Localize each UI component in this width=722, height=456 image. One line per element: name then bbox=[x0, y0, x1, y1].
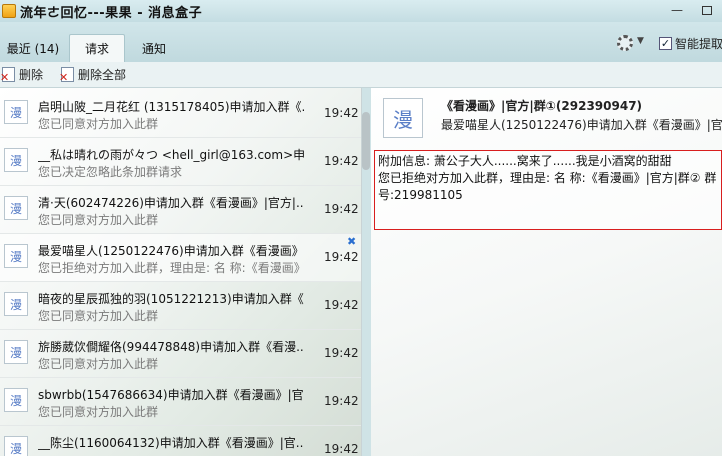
request-time: 19:42 bbox=[324, 394, 359, 408]
request-status: 您已同意对方加入此群 bbox=[38, 309, 159, 323]
group-avatar: 漫 bbox=[4, 244, 28, 268]
request-status: 您已同意对方加入此群 bbox=[38, 117, 159, 131]
delete-icon bbox=[0, 67, 15, 84]
delete-all-button[interactable]: 删除全部 bbox=[59, 66, 127, 84]
group-avatar: 漫 bbox=[4, 196, 28, 220]
request-title: sbwrbb(1547686634)申请加入群《看漫画》|官方... bbox=[38, 388, 304, 402]
group-avatar: 漫 bbox=[4, 436, 28, 456]
list-item[interactable]: 漫 sbwrbb(1547686634)申请加入群《看漫画》|官方... 您已同… bbox=[0, 378, 361, 426]
title-bar: 流年ㄜ回忆---果果 - 消息盒子 — bbox=[0, 0, 722, 22]
delete-label: 删除 bbox=[19, 68, 44, 82]
list-item[interactable]: 漫 暗夜的星辰孤独的羽(1051221213)申请加入群《... 您已同意对方加… bbox=[0, 282, 361, 330]
request-title: 启明山陂_二月花红 (1315178405)申请加入群《... bbox=[38, 100, 304, 114]
delete-all-icon bbox=[59, 67, 75, 84]
request-list[interactable]: 漫 启明山陂_二月花红 (1315178405)申请加入群《... 您已同意对方… bbox=[0, 88, 362, 456]
request-time: 19:42 bbox=[324, 250, 359, 264]
group-title: 《看漫画》|官方|群①(292390947) bbox=[441, 99, 643, 113]
maximize-button[interactable] bbox=[692, 0, 722, 20]
checkbox-icon[interactable]: ✓ bbox=[659, 37, 672, 50]
message-line: 号:219981105 bbox=[378, 188, 463, 202]
request-title: __陈尘(1160064132)申请加入群《看漫画》|官... bbox=[38, 436, 304, 450]
delete-button[interactable]: 删除 bbox=[0, 66, 44, 84]
minimize-button[interactable]: — bbox=[662, 0, 692, 20]
chevron-down-icon[interactable]: ▼ bbox=[637, 36, 644, 46]
list-item[interactable]: 漫 旂勝葳佽僴耀佫(994478848)申请加入群《看漫... 您已同意对方加入… bbox=[0, 330, 361, 378]
tab-recent[interactable]: 最近 (14) bbox=[0, 34, 66, 62]
smart-extract-toggle[interactable]: ✓ 智能提取 bbox=[659, 35, 722, 52]
request-time: 19:42 bbox=[324, 346, 359, 360]
request-time: 19:42 bbox=[324, 202, 359, 216]
request-detail: 漫 《看漫画》|官方|群①(292390947) 最爱喵星人(125012247… bbox=[371, 88, 722, 456]
request-title: __私は晴れの雨が々つ <hell_girl@163.com>申请... bbox=[38, 148, 304, 162]
tab-bar: 最近 (14) 请求 通知 bbox=[0, 22, 722, 62]
group-avatar: 漫 bbox=[4, 340, 28, 364]
request-title: 暗夜的星辰孤独的羽(1051221213)申请加入群《... bbox=[38, 292, 304, 306]
toolbar: 删除 删除全部 bbox=[0, 62, 722, 88]
minimize-icon: — bbox=[671, 3, 683, 17]
request-time: 19:42 bbox=[324, 106, 359, 120]
request-status: 您已拒绝对方加入此群，理由是: 名 称:《看漫画》|... bbox=[38, 261, 304, 275]
applicant-line: 最爱喵星人(1250122476)申请加入群《看漫画》|官方| bbox=[441, 118, 722, 132]
close-icon[interactable]: ✖ bbox=[347, 235, 356, 248]
group-avatar-large: 漫 bbox=[383, 98, 423, 138]
message-line: 您已拒绝对方加入此群，理由是: 名 称:《看漫画》|官方|群② 群 bbox=[378, 171, 717, 185]
request-status: 您已同意对方加入此群 bbox=[38, 357, 159, 371]
group-avatar: 漫 bbox=[4, 148, 28, 172]
request-time: 19:42 bbox=[324, 442, 359, 456]
group-avatar: 漫 bbox=[4, 388, 28, 412]
smart-extract-label: 智能提取 bbox=[675, 37, 722, 51]
list-item[interactable]: 漫 清·天(602474226)申请加入群《看漫画》|官方|... 您已同意对方… bbox=[0, 186, 361, 234]
request-time: 19:42 bbox=[324, 298, 359, 312]
tab-requests[interactable]: 请求 bbox=[69, 34, 125, 62]
list-item[interactable]: 漫 __陈尘(1160064132)申请加入群《看漫画》|官... 19:42 bbox=[0, 426, 361, 456]
list-item[interactable]: 漫 __私は晴れの雨が々つ <hell_girl@163.com>申请... 您… bbox=[0, 138, 361, 186]
maximize-icon bbox=[702, 5, 712, 15]
request-time: 19:42 bbox=[324, 154, 359, 168]
app-icon bbox=[2, 4, 16, 18]
request-title: 清·天(602474226)申请加入群《看漫画》|官方|... bbox=[38, 196, 304, 210]
request-status: 您已决定忽略此条加群请求 bbox=[38, 165, 183, 179]
list-scrollbar[interactable] bbox=[362, 112, 370, 170]
group-avatar: 漫 bbox=[4, 100, 28, 124]
gear-icon[interactable] bbox=[617, 35, 633, 51]
tab-notifications[interactable]: 通知 bbox=[128, 34, 180, 62]
request-title: 旂勝葳佽僴耀佫(994478848)申请加入群《看漫... bbox=[38, 340, 304, 354]
message-line: 附加信息: 萧公子大人......窝来了......我是小酒窝的甜甜 bbox=[378, 154, 672, 168]
list-item[interactable]: 漫 启明山陂_二月花红 (1315178405)申请加入群《... 您已同意对方… bbox=[0, 90, 361, 138]
delete-all-label: 删除全部 bbox=[78, 68, 127, 82]
request-message: 附加信息: 萧公子大人......窝来了......我是小酒窝的甜甜 您已拒绝对… bbox=[374, 150, 722, 230]
request-title: 最爱喵星人(1250122476)申请加入群《看漫画》|... bbox=[38, 244, 304, 258]
request-status: 您已同意对方加入此群 bbox=[38, 405, 159, 419]
group-avatar: 漫 bbox=[4, 292, 28, 316]
request-status: 您已同意对方加入此群 bbox=[38, 213, 159, 227]
list-item-selected[interactable]: 漫 最爱喵星人(1250122476)申请加入群《看漫画》|... 您已拒绝对方… bbox=[0, 234, 361, 282]
window-title: 流年ㄜ回忆---果果 - 消息盒子 bbox=[20, 5, 203, 21]
